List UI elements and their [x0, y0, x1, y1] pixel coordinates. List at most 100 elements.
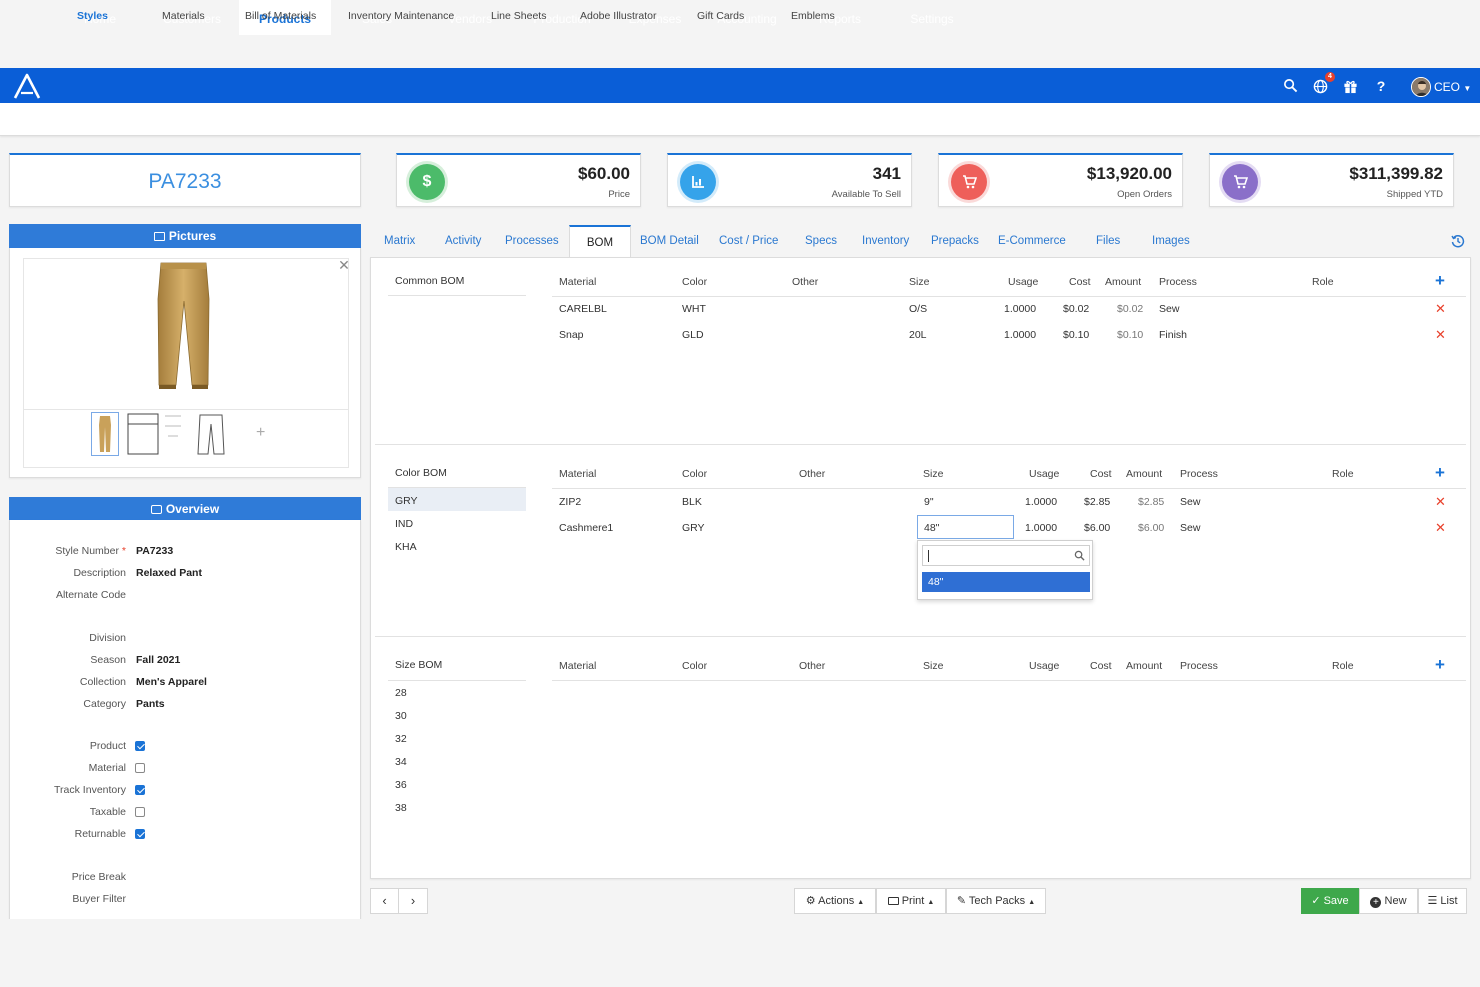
- subnav-gift-cards[interactable]: Gift Cards: [697, 0, 744, 33]
- field-value[interactable]: Relaxed Pant: [136, 567, 202, 579]
- subnav-adobe-illustrator[interactable]: Adobe Illustrator: [580, 0, 656, 33]
- actions-button[interactable]: ⚙ Actions ▲: [794, 888, 876, 914]
- add-picture-button[interactable]: +: [256, 424, 265, 442]
- col-other: Other: [799, 468, 826, 480]
- cell-material[interactable]: Cashmere1: [559, 522, 613, 534]
- list-button[interactable]: ☰ List: [1418, 888, 1467, 914]
- color-item-kha[interactable]: KHA: [395, 541, 417, 553]
- color-item-gry[interactable]: GRY: [395, 495, 418, 507]
- size-item[interactable]: 38: [395, 802, 407, 814]
- size-option[interactable]: 48": [922, 572, 1090, 592]
- subnav-materials[interactable]: Materials: [162, 0, 205, 33]
- new-button[interactable]: + New: [1359, 888, 1418, 914]
- delete-row-icon[interactable]: ✕: [1435, 521, 1446, 534]
- tab-activity[interactable]: Activity: [445, 225, 481, 257]
- cell-cost[interactable]: $0.10: [1063, 329, 1089, 341]
- field-value[interactable]: Pants: [136, 698, 165, 710]
- field-value[interactable]: Men's Apparel: [136, 676, 207, 688]
- field-value[interactable]: PA7233: [136, 545, 173, 557]
- tab-files[interactable]: Files: [1096, 225, 1120, 257]
- cell-color[interactable]: BLK: [682, 496, 702, 508]
- next-button[interactable]: ›: [398, 888, 428, 914]
- tab-e-commerce[interactable]: E-Commerce: [998, 225, 1066, 257]
- size-search-input[interactable]: [922, 545, 1090, 566]
- add-size-bom-button[interactable]: +: [1435, 656, 1445, 673]
- save-button[interactable]: ✓ Save: [1301, 888, 1359, 914]
- subnav-emblems[interactable]: Emblems: [791, 0, 835, 33]
- size-item[interactable]: 34: [395, 756, 407, 768]
- cell-material[interactable]: CARELBL: [559, 303, 607, 315]
- thumbnail[interactable]: [91, 412, 119, 456]
- cell-process[interactable]: Finish: [1159, 329, 1187, 341]
- tab-cost-price[interactable]: Cost / Price: [719, 225, 778, 257]
- subnav-styles[interactable]: Styles: [77, 0, 108, 33]
- subnav-inventory-maintenance[interactable]: Inventory Maintenance: [348, 0, 454, 33]
- cell-color[interactable]: GRY: [682, 522, 705, 534]
- tech-packs-button[interactable]: ✎ Tech Packs ▲: [946, 888, 1046, 914]
- cell-cost[interactable]: $0.02: [1063, 303, 1089, 315]
- col-material: Material: [559, 660, 597, 672]
- cell-size[interactable]: 9": [924, 496, 934, 508]
- thumbnail[interactable]: [126, 412, 160, 456]
- size-item[interactable]: 32: [395, 733, 407, 745]
- thumbnail[interactable]: [162, 412, 184, 456]
- nav-settings[interactable]: Settings: [898, 0, 966, 35]
- main-picture[interactable]: [23, 258, 349, 410]
- delete-row-icon[interactable]: ✕: [1435, 495, 1446, 508]
- cell-usage[interactable]: 1.0000: [1025, 522, 1057, 534]
- cell-process[interactable]: Sew: [1159, 303, 1179, 315]
- add-color-bom-button[interactable]: +: [1435, 464, 1445, 481]
- cell-process[interactable]: Sew: [1180, 496, 1200, 508]
- cell-size[interactable]: 20L: [909, 329, 927, 341]
- size-item[interactable]: 36: [395, 779, 407, 791]
- avatar[interactable]: [1411, 77, 1431, 97]
- delete-row-icon[interactable]: ✕: [1435, 302, 1446, 315]
- product-checkbox[interactable]: [135, 741, 145, 751]
- history-icon[interactable]: [1451, 234, 1465, 248]
- subnav-bill-of-materials[interactable]: Bill of Materials: [245, 0, 316, 33]
- cell-cost[interactable]: $2.85: [1084, 496, 1110, 508]
- help-icon[interactable]: ?: [1374, 78, 1388, 94]
- print-button[interactable]: Print ▲: [876, 888, 946, 914]
- tab-matrix[interactable]: Matrix: [384, 225, 415, 257]
- tab-bom-detail[interactable]: BOM Detail: [640, 225, 699, 257]
- cell-cost[interactable]: $6.00: [1084, 522, 1110, 534]
- tab-inventory[interactable]: Inventory: [862, 225, 909, 257]
- delete-row-icon[interactable]: ✕: [1435, 328, 1446, 341]
- gift-icon[interactable]: [1343, 79, 1358, 94]
- cell-material[interactable]: ZIP2: [559, 496, 581, 508]
- tab-specs[interactable]: Specs: [805, 225, 837, 257]
- thumbnail[interactable]: [194, 412, 228, 456]
- field-value[interactable]: Fall 2021: [136, 654, 180, 666]
- cell-usage[interactable]: 1.0000: [1004, 329, 1036, 341]
- add-common-bom-button[interactable]: +: [1435, 272, 1445, 289]
- material-checkbox[interactable]: [135, 763, 145, 773]
- tab-images[interactable]: Images: [1152, 225, 1190, 257]
- taxable-checkbox[interactable]: [135, 807, 145, 817]
- track-inventory-checkbox[interactable]: [135, 785, 145, 795]
- size-item[interactable]: 30: [395, 710, 407, 722]
- cell-material[interactable]: Snap: [559, 329, 584, 341]
- app-logo[interactable]: [12, 72, 42, 100]
- cell-process[interactable]: Sew: [1180, 522, 1200, 534]
- stat-label: Available To Sell: [831, 189, 901, 200]
- user-menu[interactable]: CEO ▼: [1434, 68, 1471, 103]
- returnable-checkbox[interactable]: [135, 829, 145, 839]
- cell-color[interactable]: GLD: [682, 329, 704, 341]
- size-item[interactable]: 28: [395, 687, 407, 699]
- tab-bom[interactable]: BOM: [569, 225, 631, 258]
- tab-prepacks[interactable]: Prepacks: [931, 225, 979, 257]
- cell-usage[interactable]: 1.0000: [1025, 496, 1057, 508]
- globe-icon[interactable]: [1313, 79, 1328, 94]
- search-icon[interactable]: [1283, 78, 1298, 93]
- size-bom-title: Size BOM: [395, 659, 443, 671]
- color-item-ind[interactable]: IND: [395, 518, 413, 530]
- close-icon[interactable]: ✕: [337, 258, 351, 272]
- size-select[interactable]: 48": [917, 515, 1014, 539]
- tab-processes[interactable]: Processes: [505, 225, 559, 257]
- cell-color[interactable]: WHT: [682, 303, 706, 315]
- prev-button[interactable]: ‹: [370, 888, 399, 914]
- cell-size[interactable]: O/S: [909, 303, 927, 315]
- subnav-line-sheets[interactable]: Line Sheets: [491, 0, 546, 33]
- cell-usage[interactable]: 1.0000: [1004, 303, 1036, 315]
